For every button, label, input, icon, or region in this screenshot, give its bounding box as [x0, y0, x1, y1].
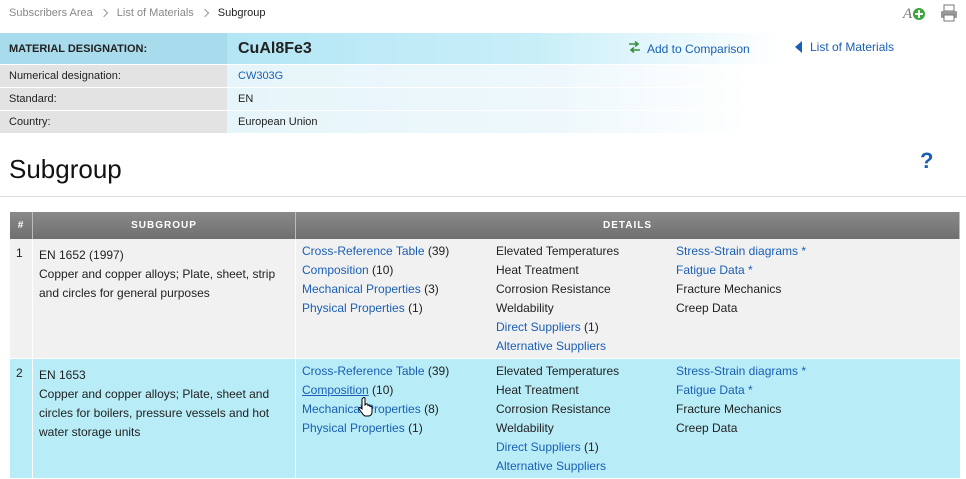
table-row: 1 EN 1652 (1997) Copper and copper alloy… — [10, 239, 960, 359]
mechanical-properties-link[interactable]: Mechanical Properties — [302, 282, 421, 296]
heat-treatment-text: Heat Treatment — [496, 263, 579, 277]
cross-reference-link[interactable]: Cross-Reference Table — [302, 244, 425, 258]
cross-reference-link[interactable]: Cross-Reference Table — [302, 364, 425, 378]
standard-row: Standard: EN — [0, 88, 780, 111]
fatigue-data-link[interactable]: Fatigue Data * — [676, 263, 753, 277]
row-number: 2 — [10, 359, 33, 478]
subgroup-cell: EN 1652 (1997) Copper and copper alloys;… — [33, 239, 296, 358]
alternative-suppliers-link[interactable]: Alternative Suppliers — [496, 339, 606, 353]
divider — [0, 196, 966, 197]
physical-properties-link[interactable]: Physical Properties — [302, 421, 405, 435]
numerical-designation-label: Numerical designation: — [0, 65, 227, 87]
subgroup-description: Copper and copper alloys; Plate, sheet a… — [39, 387, 270, 439]
table-row: 2 EN 1653 Copper and copper alloys; Plat… — [10, 359, 960, 479]
hand-cursor-icon — [358, 397, 374, 420]
table-header: # SUBGROUP DETAILS — [10, 212, 960, 239]
composition-link[interactable]: Composition — [302, 383, 369, 397]
subgroup-table: # SUBGROUP DETAILS 1 EN 1652 (1997) Copp… — [10, 212, 960, 479]
weldability-text: Weldability — [496, 301, 554, 315]
fracture-mechanics-text: Fracture Mechanics — [676, 282, 782, 296]
heat-treatment-text: Heat Treatment — [496, 383, 579, 397]
list-of-materials-link[interactable]: List of Materials — [795, 40, 894, 54]
elevated-temperatures-text: Elevated Temperatures — [496, 364, 620, 378]
page-title: Subgroup — [9, 154, 122, 184]
elevated-temperatures-text: Elevated Temperatures — [496, 244, 620, 258]
list-of-materials-label: List of Materials — [810, 40, 895, 54]
help-icon[interactable]: ? — [920, 148, 933, 174]
corrosion-resistance-text: Corrosion Resistance — [496, 402, 611, 416]
fracture-mechanics-text: Fracture Mechanics — [676, 402, 782, 416]
header-num: # — [10, 212, 33, 239]
stress-strain-link[interactable]: Stress-Strain diagrams * — [676, 244, 806, 258]
fatigue-data-link[interactable]: Fatigue Data * — [676, 383, 753, 397]
stress-strain-link[interactable]: Stress-Strain diagrams * — [676, 364, 806, 378]
subgroup-description: Copper and copper alloys; Plate, sheet, … — [39, 267, 276, 300]
physical-properties-link[interactable]: Physical Properties — [302, 301, 405, 315]
corrosion-resistance-text: Corrosion Resistance — [496, 282, 611, 296]
standard-label: Standard: — [0, 88, 227, 110]
country-row: Country: European Union — [0, 111, 780, 134]
details-cell: Cross-Reference Table (39) Composition (… — [296, 239, 960, 358]
designation-label: MATERIAL DESIGNATION: — [0, 33, 227, 64]
subgroup-cell: EN 1653 Copper and copper alloys; Plate,… — [33, 359, 296, 478]
print-icon[interactable] — [940, 4, 958, 25]
breadcrumb-current: Subgroup — [217, 7, 266, 19]
numerical-designation-link[interactable]: CW303G — [238, 70, 283, 82]
back-triangle-icon — [795, 41, 802, 53]
breadcrumb: Subscribers Area List of Materials Subgr… — [9, 5, 266, 21]
breadcrumb-list-of-materials[interactable]: List of Materials — [117, 7, 194, 19]
add-to-comparison-label: Add to Comparison — [647, 41, 750, 56]
numerical-designation-row: Numerical designation: CW303G — [0, 65, 780, 88]
add-to-comparison-button[interactable]: Add to Comparison — [628, 40, 750, 56]
chevron-right-icon — [200, 8, 210, 18]
add-font-size-icon[interactable]: A — [902, 4, 926, 25]
subgroup-standard: EN 1653 — [39, 368, 86, 382]
svg-text:A: A — [902, 6, 913, 22]
standard-value: EN — [227, 88, 780, 110]
country-label: Country: — [0, 111, 227, 133]
top-toolbar: A — [902, 4, 958, 25]
composition-link[interactable]: Composition — [302, 263, 369, 277]
weldability-text: Weldability — [496, 421, 554, 435]
row-number: 1 — [10, 239, 33, 358]
header-details: DETAILS — [296, 212, 960, 239]
direct-suppliers-link[interactable]: Direct Suppliers — [496, 440, 581, 454]
details-cell: Cross-Reference Table (39) Composition (… — [296, 359, 960, 478]
creep-data-text: Creep Data — [676, 301, 738, 315]
country-value: European Union — [227, 111, 780, 133]
compare-arrows-icon — [628, 40, 641, 56]
direct-suppliers-link[interactable]: Direct Suppliers — [496, 320, 581, 334]
creep-data-text: Creep Data — [676, 421, 738, 435]
chevron-right-icon — [99, 8, 109, 18]
alternative-suppliers-link[interactable]: Alternative Suppliers — [496, 459, 606, 473]
header-subgroup: SUBGROUP — [33, 212, 296, 239]
breadcrumb-subscribers-area[interactable]: Subscribers Area — [9, 7, 93, 19]
subgroup-standard: EN 1652 (1997) — [39, 248, 124, 262]
